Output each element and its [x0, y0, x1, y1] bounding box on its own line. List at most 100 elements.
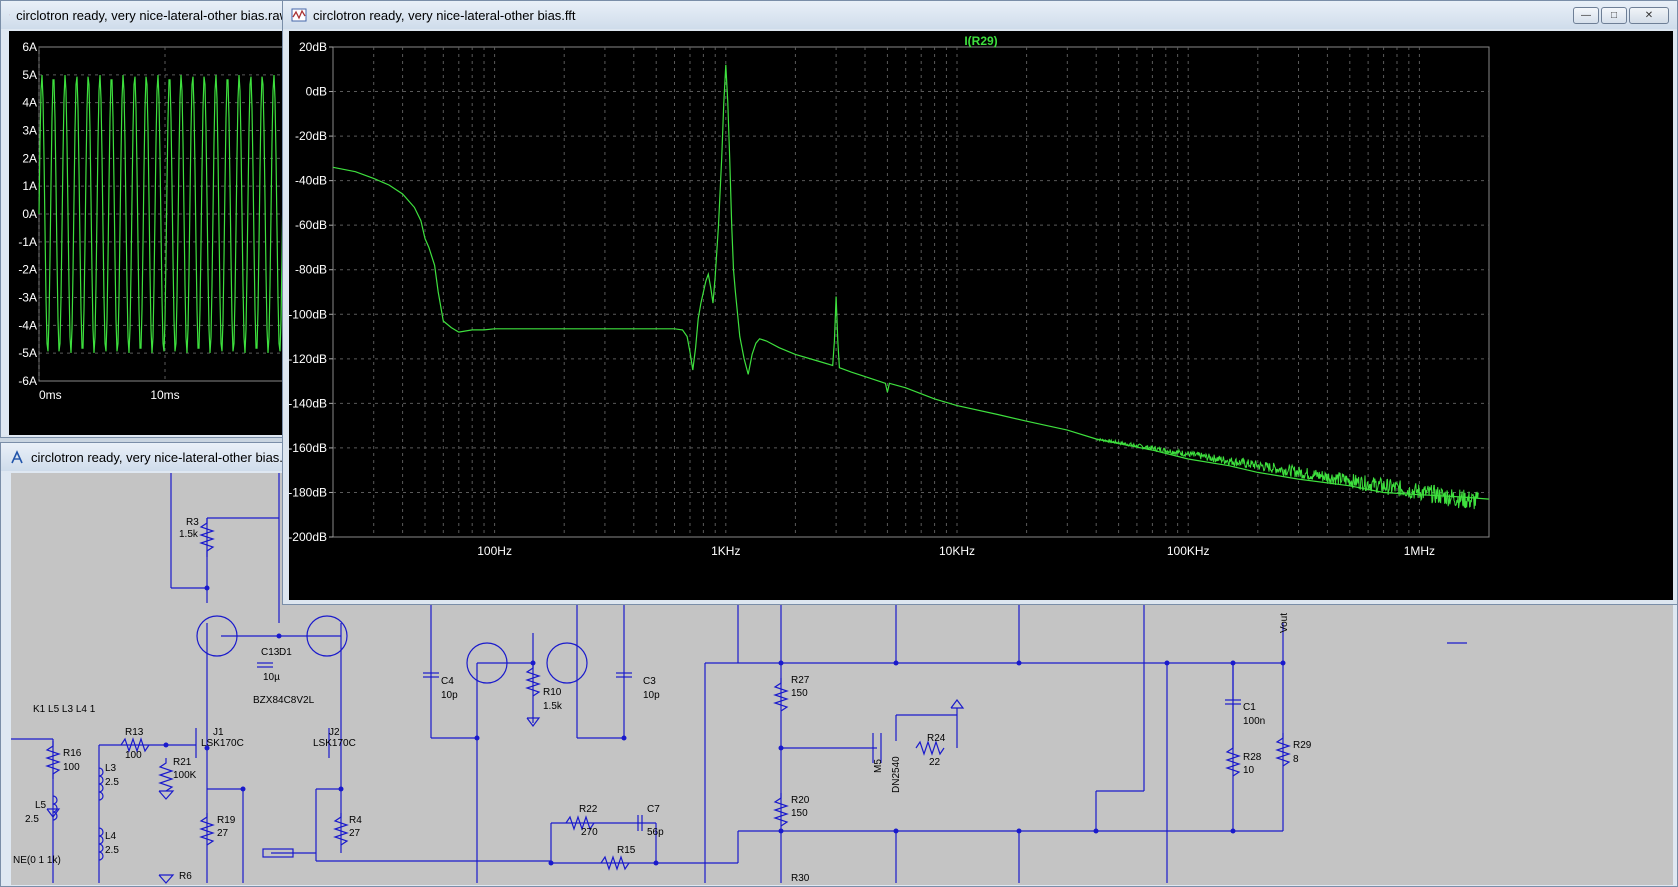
waveform-window-title: circlotron ready, very nice-lateral-othe… — [16, 7, 289, 23]
waveform-plot[interactable]: 6A 5A 4A 3A 2A 1A 0A -1A -2A -3A -4A -5A -6A 0ms 10ms — [9, 31, 302, 435]
wave-ytick-label: -6A — [18, 374, 37, 388]
label-k-line: K1 L5 L3 L4 1 — [33, 704, 96, 715]
wave-ytick-label: -1A — [18, 235, 37, 249]
wave-ytick-label: 1A — [22, 179, 37, 193]
fft-ytick-label: -20dB — [295, 129, 327, 143]
wave-ytick-label: 6A — [22, 40, 37, 54]
wave-ytick-label: 0A — [22, 207, 37, 221]
label-r20-value: 150 — [791, 808, 808, 819]
fft-xtick-label: 1KHz — [711, 544, 740, 558]
label-j2-value: LSK170C — [313, 738, 356, 749]
schematic-window-title: circlotron ready, very nice-lateral-othe… — [31, 449, 304, 465]
label-c7: C7 — [647, 804, 660, 815]
wave-ytick-label: -5A — [18, 346, 37, 360]
label-r16-value: 100 — [63, 762, 80, 773]
label-r19-value: 27 — [217, 828, 229, 839]
label-r3: R3 — [186, 517, 199, 528]
wave-ytick-label: -2A — [18, 263, 37, 277]
label-r16: R16 — [63, 748, 82, 759]
plot-window-icon — [9, 14, 11, 16]
label-c1: C1 — [1243, 702, 1256, 713]
label-r15: R15 — [617, 845, 636, 856]
wave-ytick-label: -3A — [18, 291, 37, 305]
label-d1-value: BZX84C8V2L — [253, 695, 315, 706]
label-j1: J1 — [213, 727, 224, 738]
wave-ytick-label: 4A — [22, 96, 37, 110]
label-r13-value: 100 — [125, 750, 142, 761]
label-m5-value: DN2540 — [891, 756, 902, 793]
fft-noise-band — [1096, 437, 1479, 510]
fft-plot-frame — [332, 46, 1490, 538]
label-c4: C4 — [441, 676, 454, 687]
label-r13: R13 — [125, 727, 144, 738]
fft-plot[interactable]: 20dB 0dB -20dB -40dB -60dB -80dB -100dB -120dB -… — [288, 31, 1673, 600]
label-j2: J2 — [329, 727, 340, 738]
label-l5-value: 2.5 — [25, 814, 39, 825]
fft-ytick-label: 20dB — [299, 40, 327, 54]
schematic-window-icon — [11, 450, 23, 464]
waveform-titlebar[interactable]: circlotron ready, very nice-lateral-othe… — [1, 1, 289, 29]
label-c3: C3 — [643, 676, 656, 687]
label-r24-value: 22 — [929, 757, 941, 768]
fft-window-title: circlotron ready, very nice-lateral-othe… — [313, 7, 576, 23]
label-l4: L4 — [105, 831, 117, 842]
label-c13: C13 — [261, 647, 280, 658]
label-r24: R24 — [927, 733, 946, 744]
label-r10: R10 — [543, 687, 562, 698]
label-r3-value: 1.5k — [179, 529, 199, 540]
wave-xtick-label: 0ms — [39, 388, 62, 402]
fft-ytick-label: -120dB — [289, 352, 327, 366]
fft-xtick-label: 100Hz — [477, 544, 512, 558]
label-r27-value: 150 — [791, 688, 808, 699]
minimize-button[interactable]: — — [1573, 7, 1599, 24]
fft-ytick-label: -80dB — [295, 263, 327, 277]
label-r28: R28 — [1243, 752, 1262, 763]
label-vout: Vout — [1279, 613, 1290, 633]
waveform-window[interactable]: circlotron ready, very nice-lateral-othe… — [0, 0, 302, 438]
label-r28-value: 10 — [1243, 765, 1255, 776]
label-r20: R20 — [791, 795, 810, 806]
label-r22: R22 — [579, 804, 598, 815]
label-r6: R6 — [179, 871, 192, 882]
label-c4-value: 10p — [441, 690, 458, 701]
label-r21: R21 — [173, 757, 192, 768]
label-r27: R27 — [791, 675, 810, 686]
label-c7-value: 56p — [647, 827, 664, 838]
maximize-button[interactable]: □ — [1601, 7, 1627, 24]
wave-ytick-label: 3A — [22, 124, 37, 138]
label-c1-value: 100n — [1243, 716, 1265, 727]
fft-ytick-label: -180dB — [289, 485, 327, 499]
label-d1: D1 — [279, 647, 292, 658]
fft-ytick-label: -100dB — [289, 307, 327, 321]
wave-ytick-label: 5A — [22, 68, 37, 82]
wave-ytick-label: -4A — [18, 318, 37, 332]
label-r22-value: 270 — [581, 827, 598, 838]
fft-ytick-label: -200dB — [289, 530, 327, 544]
waveform-chart-svg: 6A 5A 4A 3A 2A 1A 0A -1A -2A -3A -4A -5A -6A0ms 10ms — [18, 40, 302, 402]
fft-chart-svg: 20dB 0dB -20dB -40dB -60dB -80dB -100dB -120dB -… — [288, 34, 1490, 558]
fft-window[interactable]: circlotron ready, very nice-lateral-othe… — [282, 0, 1678, 605]
label-l3-value: 2.5 — [105, 777, 119, 788]
fft-series-line — [332, 64, 1490, 500]
label-r10-value: 1.5k — [543, 701, 563, 712]
fft-titlebar[interactable]: circlotron ready, very nice-lateral-othe… — [283, 1, 1677, 29]
label-l5: L5 — [35, 800, 47, 811]
fft-xtick-label: 100KHz — [1167, 544, 1210, 558]
label-ne: NE(0 1 1k) — [13, 855, 61, 866]
fft-chart-title: I(R29) — [964, 34, 997, 48]
fft-ytick-label: -60dB — [295, 218, 327, 232]
label-r30: R30 — [791, 873, 810, 884]
wave-xtick-label: 10ms — [150, 388, 179, 402]
fft-ytick-label: -140dB — [289, 396, 327, 410]
fft-ytick-label: -160dB — [289, 441, 327, 455]
fft-xtick-label: 10KHz — [939, 544, 975, 558]
fft-ytick-label: -40dB — [295, 174, 327, 188]
label-l3: L3 — [105, 763, 117, 774]
fft-ytick-label: 0dB — [306, 85, 327, 99]
close-button[interactable]: ✕ — [1629, 7, 1669, 24]
label-r29: R29 — [1293, 740, 1312, 751]
fft-xtick-label: 1MHz — [1404, 544, 1435, 558]
wave-ytick-label: 2A — [22, 151, 37, 165]
label-r19: R19 — [217, 815, 236, 826]
label-l4-value: 2.5 — [105, 845, 119, 856]
